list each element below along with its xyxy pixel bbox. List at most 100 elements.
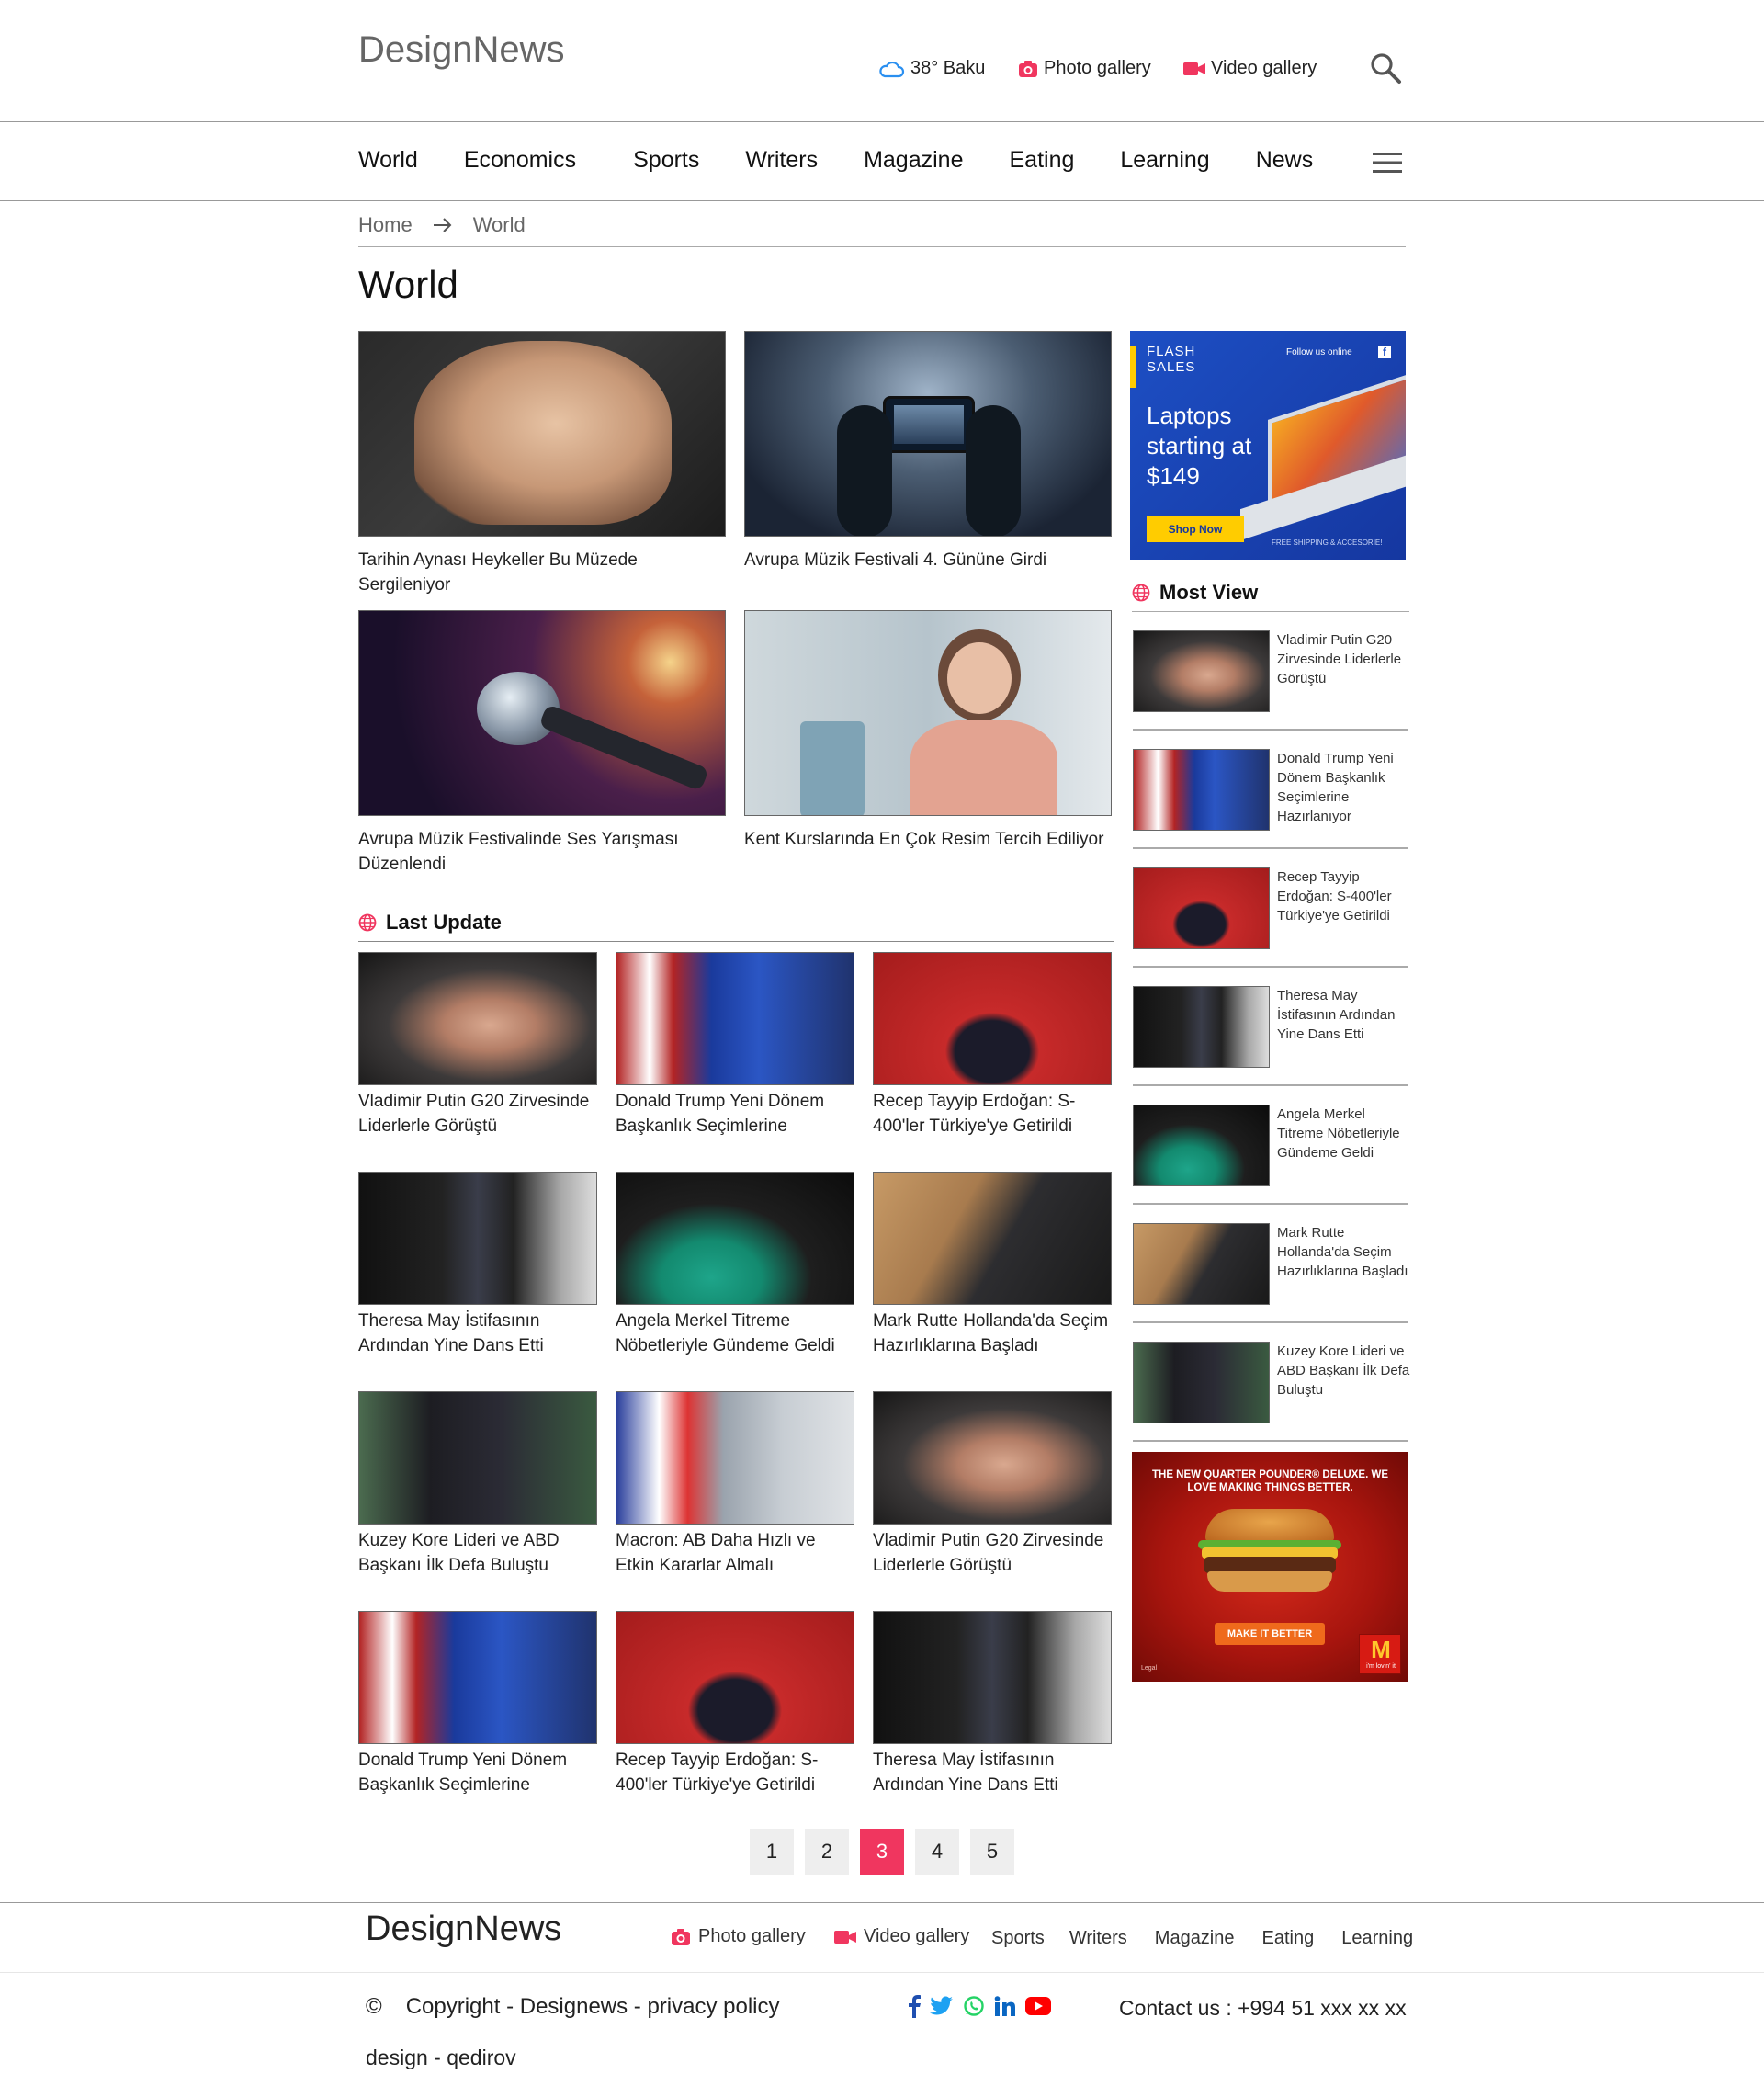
- most-view-item[interactable]: Vladimir Putin G20 Zirvesinde Liderlerle…: [1133, 630, 1408, 731]
- news-caption[interactable]: Angela Merkel Titreme Nöbetleriyle Günde…: [616, 1309, 859, 1358]
- nav-eating[interactable]: Eating: [1009, 147, 1074, 174]
- nav-divider: [0, 200, 1764, 201]
- news-image-putin[interactable]: [358, 952, 597, 1085]
- footer-contact[interactable]: Contact us : +994 51 xxx xx xx: [1119, 1996, 1407, 2021]
- facebook-icon: f: [1378, 346, 1391, 358]
- featured-image-concert[interactable]: [744, 331, 1112, 537]
- footer-design-credit[interactable]: design - qedirov: [366, 2046, 516, 2070]
- search-icon[interactable]: [1369, 51, 1402, 85]
- social-links: [908, 1994, 1051, 2018]
- footer-link-learning[interactable]: Learning: [1341, 1928, 1413, 1949]
- news-image-macron[interactable]: [616, 1391, 854, 1525]
- page-4-button[interactable]: 4: [915, 1829, 959, 1875]
- most-view-item[interactable]: Mark Rutte Hollanda'da Seçim Hazırlıklar…: [1133, 1223, 1408, 1323]
- photo-gallery-link[interactable]: Photo gallery: [1018, 58, 1151, 79]
- news-caption[interactable]: Recep Tayyip Erdoğan: S-400'ler Türkiye'…: [873, 1089, 1116, 1139]
- footer-link-writers[interactable]: Writers: [1069, 1928, 1127, 1949]
- nav-magazine[interactable]: Magazine: [864, 147, 963, 174]
- news-caption[interactable]: Mark Rutte Hollanda'da Seçim Hazırlıklar…: [873, 1309, 1116, 1358]
- page-3-button[interactable]: 3: [860, 1829, 904, 1875]
- ad2-legal: Legal: [1141, 1665, 1158, 1672]
- nav-writers[interactable]: Writers: [745, 147, 818, 174]
- most-view-text: Vladimir Putin G20 Zirvesinde Liderlerle…: [1277, 632, 1402, 686]
- news-image-kim-trump[interactable]: [358, 1391, 597, 1525]
- footer-photo-gallery-link[interactable]: Photo gallery: [671, 1926, 806, 1947]
- cloud-icon: [879, 61, 905, 77]
- nav-news[interactable]: News: [1256, 147, 1314, 174]
- featured-caption[interactable]: Tarihin Aynası Heykeller Bu Müzede Sergi…: [358, 548, 726, 597]
- footer-link-magazine[interactable]: Magazine: [1155, 1928, 1235, 1949]
- news-caption[interactable]: Recep Tayyip Erdoğan: S-400'ler Türkiye'…: [616, 1748, 859, 1797]
- news-caption[interactable]: Vladimir Putin G20 Zirvesinde Liderlerle…: [873, 1528, 1116, 1578]
- featured-caption[interactable]: Avrupa Müzik Festivalinde Ses Yarışması …: [358, 827, 726, 877]
- footer-video-gallery-link[interactable]: Video gallery: [834, 1926, 969, 1947]
- news-caption[interactable]: Macron: AB Daha Hızlı ve Etkin Kararlar …: [616, 1528, 859, 1578]
- photo-gallery-label: Photo gallery: [1044, 58, 1151, 78]
- page-1-button[interactable]: 1: [750, 1829, 794, 1875]
- laptop-ad-banner[interactable]: FLASH SALES Follow us online f Laptops s…: [1130, 331, 1406, 560]
- last-update-title: Last Update: [386, 911, 502, 934]
- nav-learning[interactable]: Learning: [1120, 147, 1209, 174]
- footer-divider: [0, 1902, 1764, 1903]
- news-image-putin[interactable]: [873, 1391, 1112, 1525]
- ad-shop-now-button[interactable]: Shop Now: [1147, 516, 1244, 542]
- footer-photo-gallery-label: Photo gallery: [698, 1926, 806, 1946]
- breadcrumb: Home World: [358, 213, 526, 237]
- featured-image-statue[interactable]: [358, 331, 726, 537]
- news-caption[interactable]: Vladimir Putin G20 Zirvesinde Liderlerle…: [358, 1089, 602, 1139]
- facebook-icon[interactable]: [908, 1994, 921, 2018]
- main-nav: World Economics Sports Writers Magazine …: [358, 147, 1406, 174]
- nav-world[interactable]: World: [358, 147, 418, 174]
- news-caption[interactable]: Donald Trump Yeni Dönem Başkanlık Seçiml…: [616, 1089, 859, 1139]
- nav-economics[interactable]: Economics: [464, 147, 576, 174]
- footer-logo[interactable]: DesignNews: [366, 1910, 561, 1949]
- whatsapp-icon[interactable]: [963, 1995, 985, 2017]
- globe-icon: [1132, 584, 1150, 602]
- news-image-may[interactable]: [873, 1611, 1112, 1744]
- breadcrumb-home[interactable]: Home: [358, 213, 413, 237]
- news-caption[interactable]: Theresa May İstifasının Ardından Yine Da…: [873, 1748, 1116, 1797]
- news-caption[interactable]: Theresa May İstifasının Ardından Yine Da…: [358, 1309, 602, 1358]
- mcdonalds-logo: M i'm lovin' it: [1359, 1634, 1401, 1674]
- linkedin-icon[interactable]: [994, 1996, 1016, 2016]
- footer-link-sports[interactable]: Sports: [991, 1928, 1045, 1949]
- most-view-thumb: [1133, 1342, 1270, 1423]
- news-caption[interactable]: Donald Trump Yeni Dönem Başkanlık Seçiml…: [358, 1748, 602, 1797]
- most-view-thumb: [1133, 1223, 1270, 1305]
- news-image-merkel[interactable]: [616, 1172, 854, 1305]
- most-view-item[interactable]: Theresa May İstifasının Ardından Yine Da…: [1133, 986, 1408, 1086]
- news-image-trump[interactable]: [358, 1611, 597, 1744]
- video-gallery-link[interactable]: Video gallery: [1183, 58, 1317, 79]
- featured-caption[interactable]: Avrupa Müzik Festivali 4. Gününe Girdi: [744, 548, 1112, 572]
- most-view-divider: [1132, 611, 1409, 612]
- weather-text: 38° Baku: [910, 58, 986, 78]
- nav-sports[interactable]: Sports: [633, 147, 699, 174]
- page-5-button[interactable]: 5: [970, 1829, 1014, 1875]
- most-view-thumb: [1133, 986, 1270, 1068]
- footer-link-eating[interactable]: Eating: [1262, 1928, 1315, 1949]
- most-view-thumb: [1133, 630, 1270, 712]
- most-view-item[interactable]: Kuzey Kore Lideri ve ABD Başkanı İlk Def…: [1133, 1342, 1409, 1442]
- most-view-text: Theresa May İstifasının Ardından Yine Da…: [1277, 988, 1396, 1042]
- featured-caption[interactable]: Kent Kurslarında En Çok Resim Tercih Edi…: [744, 827, 1112, 852]
- burger-ad-banner[interactable]: THE NEW QUARTER POUNDER® DELUXE. WE LOVE…: [1132, 1452, 1408, 1682]
- site-logo[interactable]: DesignNews: [358, 29, 565, 71]
- most-view-item[interactable]: Donald Trump Yeni Dönem Başkanlık Seçiml…: [1133, 749, 1408, 849]
- most-view-item[interactable]: Recep Tayyip Erdoğan: S-400'ler Türkiye'…: [1133, 867, 1408, 968]
- copyright-text[interactable]: Copyright - Designews - privacy policy: [406, 1994, 780, 2020]
- page-2-button[interactable]: 2: [805, 1829, 849, 1875]
- news-caption[interactable]: Kuzey Kore Lideri ve ABD Başkanı İlk Def…: [358, 1528, 602, 1578]
- most-view-item[interactable]: Angela Merkel Titreme Nöbetleriyle Günde…: [1133, 1105, 1408, 1205]
- most-view-thumb: [1133, 1105, 1270, 1186]
- hamburger-menu-icon[interactable]: [1373, 152, 1402, 174]
- youtube-icon[interactable]: [1025, 1997, 1051, 2015]
- featured-image-art-class[interactable]: [744, 610, 1112, 816]
- twitter-icon[interactable]: [930, 1996, 954, 2016]
- ad2-cta-button[interactable]: MAKE IT BETTER: [1215, 1623, 1325, 1645]
- news-image-trump[interactable]: [616, 952, 854, 1085]
- news-image-erdogan[interactable]: [616, 1611, 854, 1744]
- featured-image-microphone[interactable]: [358, 610, 726, 816]
- news-image-erdogan[interactable]: [873, 952, 1112, 1085]
- news-image-rutte[interactable]: [873, 1172, 1112, 1305]
- news-image-may[interactable]: [358, 1172, 597, 1305]
